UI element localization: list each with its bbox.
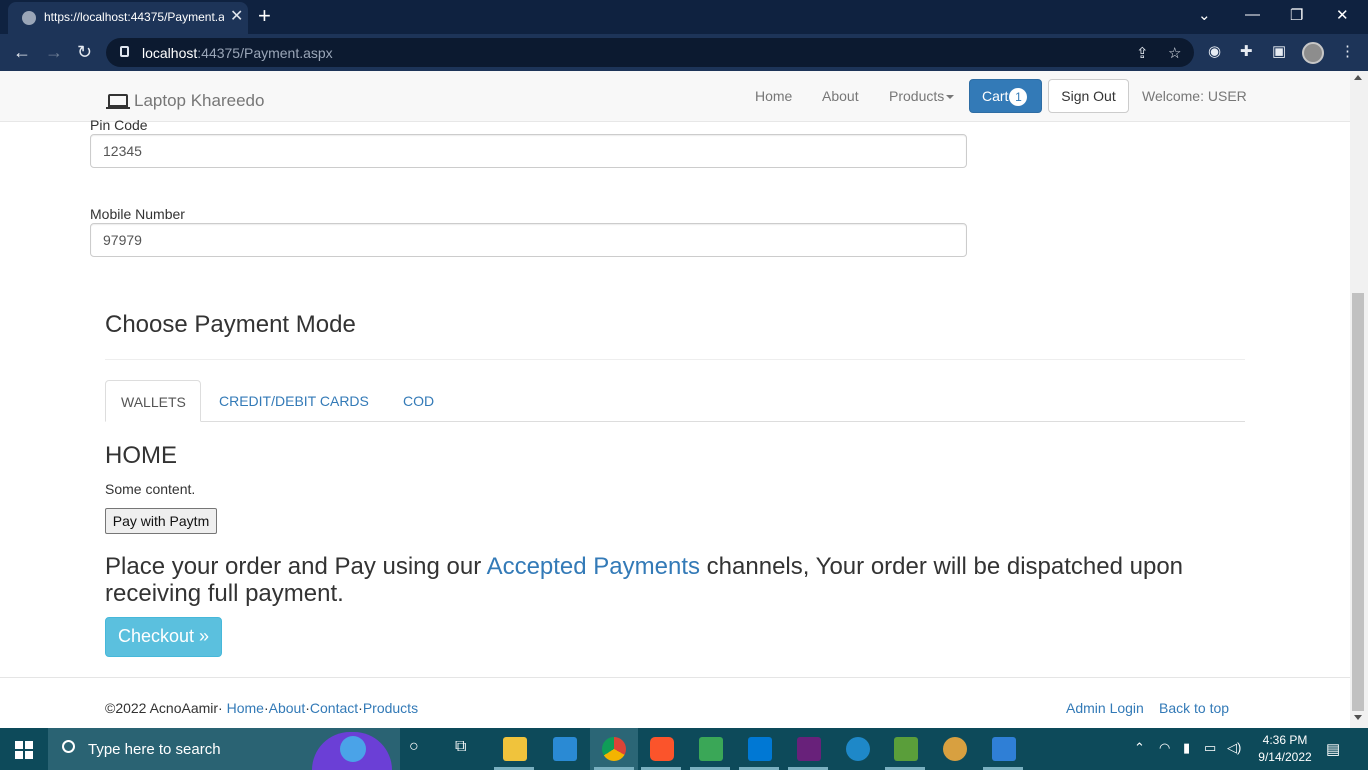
lock-icon[interactable] <box>120 46 129 57</box>
notifications-icon[interactable]: ▤ <box>1326 740 1340 758</box>
pay-with-paytm-button[interactable]: Pay with Paytm <box>105 508 217 534</box>
tab-search-icon[interactable]: ⌄ <box>1198 6 1211 24</box>
laptop-icon <box>106 94 130 109</box>
divider <box>105 359 1245 360</box>
footer-link-home[interactable]: Home <box>227 700 264 716</box>
file-explorer-icon[interactable] <box>503 737 527 761</box>
caret-down-icon <box>946 95 955 100</box>
footer-links: ©2022 AcnoAamir· Home·About·Contact·Prod… <box>105 700 419 716</box>
windows-taskbar: Type here to search ○ ⧉ ⌃ ◠ ▮ ▭ ◁) 4:36 … <box>0 728 1368 770</box>
show-hidden-icons-icon[interactable]: ⌃ <box>1134 740 1145 756</box>
tab-credit-debit-cards[interactable]: CREDIT/DEBIT CARDS <box>204 380 384 422</box>
brave-icon[interactable] <box>650 737 674 761</box>
mobile-number-label: Mobile Number <box>90 206 185 222</box>
clock-time: 4:36 PM <box>1262 733 1308 747</box>
sql-tool-icon[interactable] <box>699 737 723 761</box>
paint-icon[interactable] <box>943 737 967 761</box>
minimize-icon[interactable]: — <box>1245 6 1260 23</box>
footer-link-products[interactable]: Products <box>363 700 418 716</box>
nav-products[interactable]: Products <box>889 88 955 104</box>
pin-code-label: Pin Code <box>90 118 148 130</box>
address-bar[interactable]: localhost:44375/Payment.aspx ⇪ ☆ <box>106 38 1194 67</box>
footer-divider <box>0 677 1350 678</box>
bookmark-star-icon[interactable]: ☆ <box>1168 44 1181 62</box>
tab-cod[interactable]: COD <box>388 380 449 422</box>
clock-date: 9/14/2022 <box>1258 750 1312 764</box>
profile-avatar[interactable] <box>1302 42 1324 64</box>
reload-icon[interactable]: ↻ <box>77 42 92 62</box>
windows-start-icon[interactable] <box>15 741 33 759</box>
tab-title: https://localhost:44375/Payment.aspx <box>44 10 224 24</box>
browser-toolbar: ← → ↻ localhost:44375/Payment.aspx ⇪ ☆ ◉… <box>0 34 1368 71</box>
mobile-number-input[interactable] <box>90 223 967 257</box>
pin-code-input[interactable] <box>90 134 967 168</box>
accepted-payments-link[interactable]: Accepted Payments <box>487 553 700 580</box>
chrome-icon[interactable] <box>602 737 626 761</box>
wifi-icon[interactable]: ◠ <box>1159 740 1170 756</box>
edge-icon[interactable] <box>846 737 870 761</box>
visual-studio-icon[interactable] <box>797 737 821 761</box>
cortana-icon[interactable]: ○ <box>409 738 419 756</box>
url-text[interactable]: localhost:44375/Payment.aspx <box>142 45 333 61</box>
notepad-plus-icon[interactable] <box>894 737 918 761</box>
footer-link-contact[interactable]: Contact <box>310 700 358 716</box>
close-window-icon[interactable]: ✕ <box>1336 6 1349 24</box>
remote-desktop-icon[interactable] <box>553 737 577 761</box>
extension-icon[interactable]: ◉ <box>1208 42 1226 60</box>
task-view-icon[interactable]: ⧉ <box>455 738 466 756</box>
page-scrollbar[interactable] <box>1350 71 1368 728</box>
puzzle-icon[interactable]: ✚ <box>1240 42 1258 60</box>
nav-about[interactable]: About <box>822 88 859 104</box>
search-icon <box>62 740 75 753</box>
footer-link-about[interactable]: About <box>269 700 306 716</box>
volume-icon[interactable]: ◁) <box>1227 740 1241 756</box>
checkout-button[interactable]: Checkout » <box>105 617 222 657</box>
nav-home[interactable]: Home <box>755 88 792 104</box>
cart-count-badge: 1 <box>1009 88 1028 106</box>
photos-icon[interactable] <box>992 737 1016 761</box>
globe-icon <box>22 11 36 25</box>
forward-icon[interactable]: → <box>45 42 63 62</box>
brand-link[interactable]: Laptop Khareedo <box>106 91 264 111</box>
search-placeholder: Type here to search <box>88 741 221 758</box>
microphone-icon[interactable]: ▮ <box>1183 740 1190 756</box>
new-tab-icon[interactable]: + <box>258 4 271 28</box>
scroll-down-icon[interactable] <box>1354 715 1362 720</box>
cart-button[interactable]: Cart 1 <box>969 79 1042 113</box>
browser-tab-bar: https://localhost:44375/Payment.aspx ✕ +… <box>0 0 1368 34</box>
tab-pane-text: Some content. <box>105 481 196 497</box>
site-navbar: Laptop Khareedo Home About Products Cart… <box>0 71 1350 122</box>
close-tab-icon[interactable]: ✕ <box>230 8 243 26</box>
tab-pane-heading: HOME <box>105 442 177 469</box>
vscode-icon[interactable] <box>748 737 772 761</box>
back-to-top-link[interactable]: Back to top <box>1159 700 1229 716</box>
menu-icon[interactable]: ⋮ <box>1340 42 1358 60</box>
admin-login-link[interactable]: Admin Login <box>1066 700 1144 716</box>
payment-mode-title: Choose Payment Mode <box>105 311 356 338</box>
sign-out-button[interactable]: Sign Out <box>1048 79 1129 113</box>
browser-tab[interactable]: https://localhost:44375/Payment.aspx ✕ <box>8 2 248 34</box>
scrollbar-thumb[interactable] <box>1352 293 1364 711</box>
scroll-up-icon[interactable] <box>1354 75 1362 80</box>
welcome-text: Welcome: USER <box>1142 88 1247 104</box>
battery-icon[interactable]: ▭ <box>1204 740 1216 756</box>
restore-icon[interactable]: ❐ <box>1290 6 1303 24</box>
tab-wallets[interactable]: WALLETS <box>105 380 201 422</box>
side-panel-icon[interactable]: ▣ <box>1272 42 1290 60</box>
order-info-text: Place your order and Pay using our Accep… <box>105 553 1184 607</box>
share-icon[interactable]: ⇪ <box>1136 44 1149 62</box>
back-icon[interactable]: ← <box>13 42 31 62</box>
system-clock[interactable]: 4:36 PM 9/14/2022 <box>1250 732 1320 766</box>
copyright-text: ©2022 AcnoAamir· <box>105 700 223 716</box>
